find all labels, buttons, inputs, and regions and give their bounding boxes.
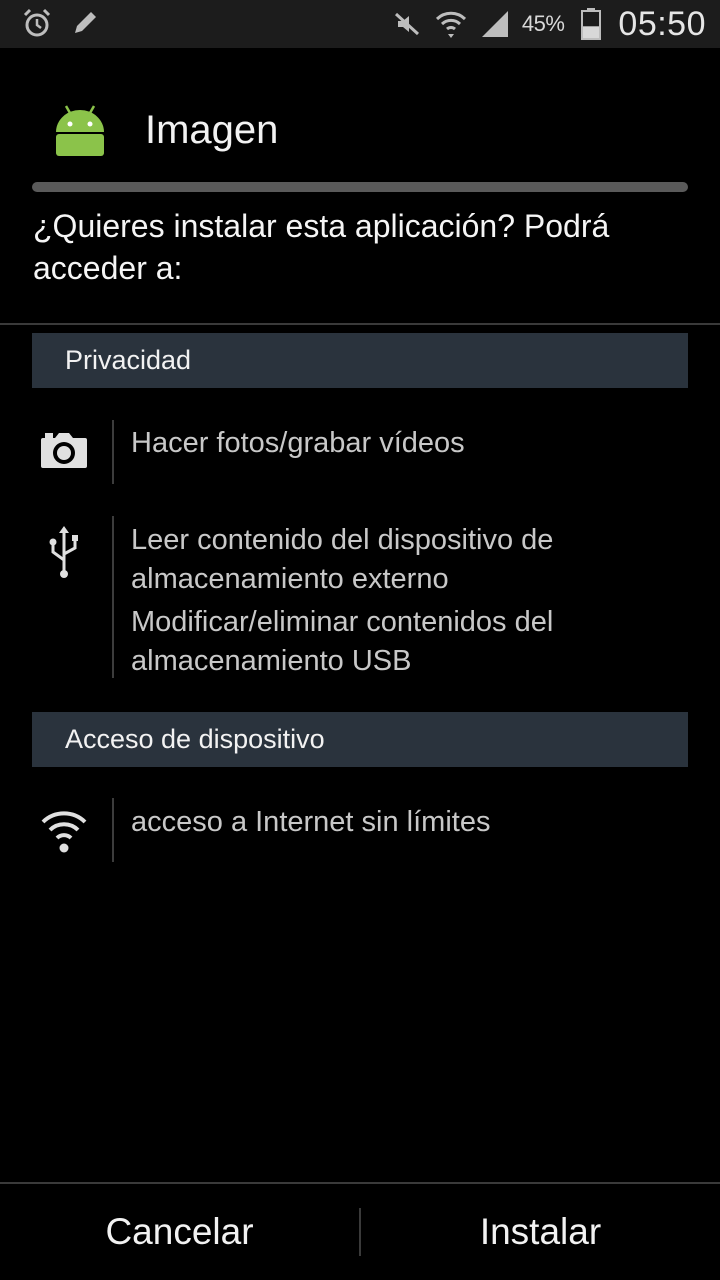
status-bar-right: 45% 05:50 xyxy=(390,0,706,48)
app-header: Imagen xyxy=(0,48,720,180)
alarm-clock-icon xyxy=(20,6,54,40)
status-bar: 45% 05:50 xyxy=(0,0,720,48)
section-header-device-access: Acceso de dispositivo xyxy=(32,712,688,767)
android-robot-icon xyxy=(52,100,108,158)
signal-icon xyxy=(478,7,512,41)
install-prompt: ¿Quieres instalar esta aplicación? Podrá… xyxy=(33,208,610,286)
permission-line: Leer contenido del dispositivo de almace… xyxy=(131,524,554,595)
permission-text: Leer contenido del dispositivo de almace… xyxy=(131,521,691,681)
install-button[interactable]: Instalar xyxy=(361,1184,720,1280)
permission-line: acceso a Internet sin límites xyxy=(131,806,491,838)
header-divider-bar xyxy=(32,182,688,192)
battery-icon xyxy=(574,7,608,41)
mute-icon xyxy=(390,7,424,41)
permission-line: Hacer fotos/grabar vídeos xyxy=(131,427,465,459)
wifi-icon xyxy=(36,806,92,862)
permission-line: Modificar/eliminar contenidos del almace… xyxy=(131,606,554,677)
battery-percent: 45% xyxy=(521,11,565,36)
section-header-privacy: Privacidad xyxy=(32,333,688,388)
status-bar-left xyxy=(20,6,102,40)
cancel-button[interactable]: Cancelar xyxy=(0,1184,359,1280)
permission-text: Hacer fotos/grabar vídeos xyxy=(131,424,691,463)
camera-icon xyxy=(36,430,92,486)
permission-separator xyxy=(112,798,114,862)
permission-separator xyxy=(112,516,114,678)
pencil-icon xyxy=(68,6,102,40)
app-name: Imagen xyxy=(145,108,279,152)
permission-text: acceso a Internet sin límites xyxy=(131,803,691,842)
wifi-icon xyxy=(434,7,468,41)
usb-icon xyxy=(36,524,92,580)
clock: 05:50 xyxy=(618,4,706,43)
permission-separator xyxy=(112,420,114,484)
content-divider xyxy=(0,323,720,325)
